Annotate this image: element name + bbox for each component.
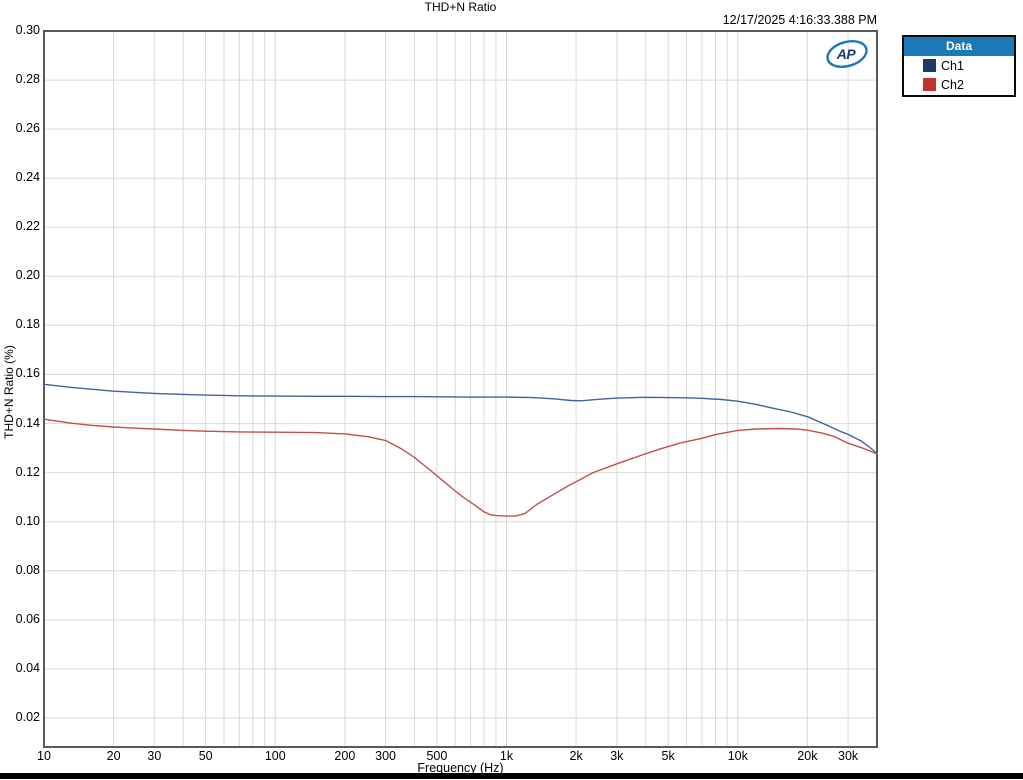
legend-item-ch1[interactable]: Ch1 — [904, 56, 1014, 75]
y-tick-label: 0.12 — [15, 464, 40, 479]
x-tick-label: 300 — [375, 749, 397, 763]
ap-logo-text: AP — [836, 46, 857, 62]
y-tick-label: 0.02 — [15, 709, 40, 724]
x-tick-label: 100 — [264, 749, 286, 763]
chart-svg — [43, 30, 878, 748]
plot-border — [43, 30, 878, 748]
x-tick-label: 3k — [610, 749, 624, 763]
x-tick-label: 30 — [147, 749, 162, 763]
y-tick-label: 0.18 — [15, 317, 40, 332]
y-tick-label: 0.28 — [15, 72, 40, 87]
y-tick-label: 0.26 — [15, 121, 40, 136]
bottom-divider-bar — [0, 773, 1023, 779]
series-line-ch1 — [43, 383, 878, 455]
y-tick-label: 0.06 — [15, 611, 40, 626]
legend-header: Data — [904, 37, 1014, 56]
x-tick-label: 10 — [37, 749, 51, 763]
y-tick-label: 0.24 — [15, 170, 40, 185]
x-tick-label: 500 — [426, 749, 448, 763]
y-tick-label: 0.20 — [15, 268, 40, 283]
x-tick-label: 10k — [727, 749, 748, 763]
series-line-ch2 — [43, 418, 878, 517]
legend-item-ch2[interactable]: Ch2 — [904, 75, 1014, 94]
x-tick-label: 50 — [198, 749, 213, 763]
y-tick-label: 0.08 — [15, 562, 40, 577]
legend-item-label: Ch2 — [941, 77, 964, 92]
y-tick-label: 0.30 — [15, 23, 40, 37]
x-tick-label: 30k — [838, 749, 859, 763]
legend-item-label: Ch1 — [941, 58, 964, 73]
y-tick-label: 0.04 — [15, 660, 40, 675]
x-tick-label: 1k — [499, 749, 514, 763]
chart-window: THD+N Ratio 12/17/2025 4:16:33.388 PM TH… — [0, 0, 1023, 780]
legend-panel: Data Ch1 Ch2 — [902, 35, 1016, 97]
y-tick-label: 0.16 — [15, 366, 40, 381]
y-tick-label: 0.22 — [15, 219, 40, 234]
y-tick-label: 0.10 — [15, 513, 40, 528]
y-tick-label: 0.14 — [15, 415, 40, 430]
ch1-color-swatch — [923, 59, 936, 72]
ap-logo: AP — [826, 40, 868, 68]
ch2-color-swatch — [923, 78, 936, 91]
x-tick-label: 5k — [661, 749, 675, 763]
